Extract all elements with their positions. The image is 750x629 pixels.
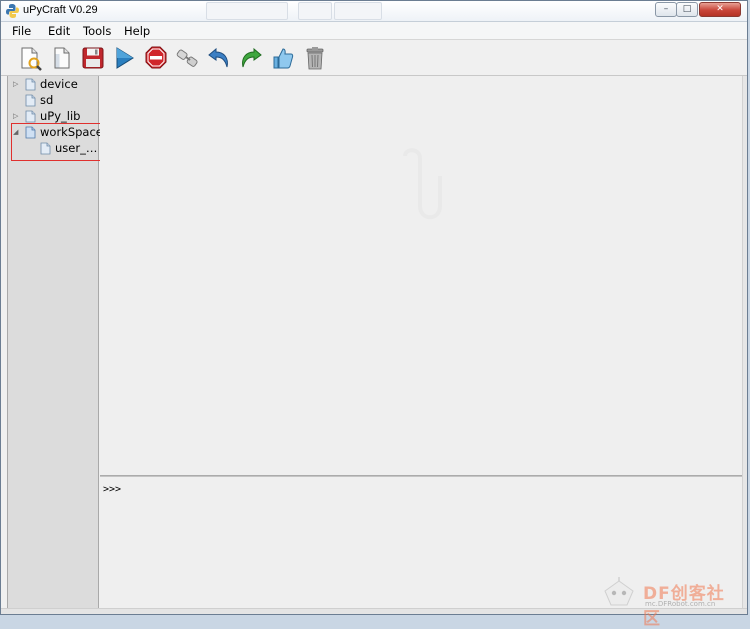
- window-controls: – □ ✕: [653, 2, 745, 19]
- menu-edit[interactable]: Edit: [48, 24, 70, 38]
- tree-node-label: uPy_lib: [40, 109, 81, 123]
- open-file-icon: [54, 47, 70, 69]
- faint-logo-ghost: [403, 148, 442, 220]
- watermark: DF创客社区 mc.DFRobot.com.cn: [597, 575, 737, 629]
- run-icon: [116, 47, 134, 69]
- clear-button[interactable]: [302, 45, 328, 71]
- toolbar: [1, 40, 747, 76]
- trash-icon: [306, 47, 324, 70]
- syntax-check-button[interactable]: [270, 45, 296, 71]
- robot-watermark-icon: [604, 577, 634, 606]
- expand-arrow-icon[interactable]: ▷: [13, 80, 21, 88]
- watermark-url: mc.DFRobot.com.cn: [645, 600, 716, 608]
- code-editor-area[interactable]: [100, 76, 745, 475]
- repl-prompt: >>>: [103, 484, 122, 495]
- main-window: uPyCraft V0.29 – □ ✕ File Edit Tools Hel…: [0, 0, 748, 629]
- expand-arrow-icon[interactable]: ▷: [13, 112, 21, 120]
- run-button[interactable]: [111, 45, 137, 71]
- menu-file[interactable]: File: [12, 24, 31, 38]
- window-right-border: [742, 76, 747, 611]
- stop-button[interactable]: [143, 45, 169, 71]
- annotation-highlight-box: [11, 123, 102, 161]
- maximize-button[interactable]: □: [676, 2, 698, 17]
- connect-icon: [176, 49, 198, 67]
- connect-button[interactable]: [175, 45, 201, 71]
- folder-node-icon: [25, 78, 36, 91]
- tree-node-sd[interactable]: sd: [13, 93, 99, 109]
- save-button[interactable]: [80, 45, 106, 71]
- close-button[interactable]: ✕: [699, 2, 741, 17]
- ghost-tab: [298, 2, 332, 20]
- minimize-button[interactable]: –: [655, 2, 677, 17]
- folder-node-icon: [25, 110, 36, 123]
- expand-arrow-icon: [13, 96, 21, 104]
- stop-icon: [145, 46, 167, 69]
- redo-icon: [242, 47, 262, 68]
- undo-icon: [208, 47, 228, 68]
- save-icon: [82, 47, 104, 69]
- redo-button[interactable]: [238, 45, 264, 71]
- menu-tools[interactable]: Tools: [83, 24, 111, 38]
- undo-button[interactable]: [206, 45, 232, 71]
- python-app-icon: [6, 4, 19, 18]
- syntax-check-icon: [273, 48, 294, 69]
- ghost-tab: [334, 2, 382, 20]
- title-bar: uPyCraft V0.29 – □ ✕: [1, 1, 747, 22]
- menu-help[interactable]: Help: [124, 24, 150, 38]
- tree-node-label: sd: [40, 93, 54, 107]
- window-title: uPyCraft V0.29: [23, 4, 98, 16]
- tree-node-label: device: [40, 77, 78, 91]
- tree-node-device[interactable]: ▷ device: [13, 77, 99, 93]
- menu-bar: File Edit Tools Help: [1, 22, 747, 40]
- open-file-button[interactable]: [49, 45, 75, 71]
- new-file-button[interactable]: [17, 45, 43, 71]
- new-file-icon: [21, 47, 42, 71]
- folder-node-icon: [25, 94, 36, 107]
- ghost-tab: [206, 2, 288, 20]
